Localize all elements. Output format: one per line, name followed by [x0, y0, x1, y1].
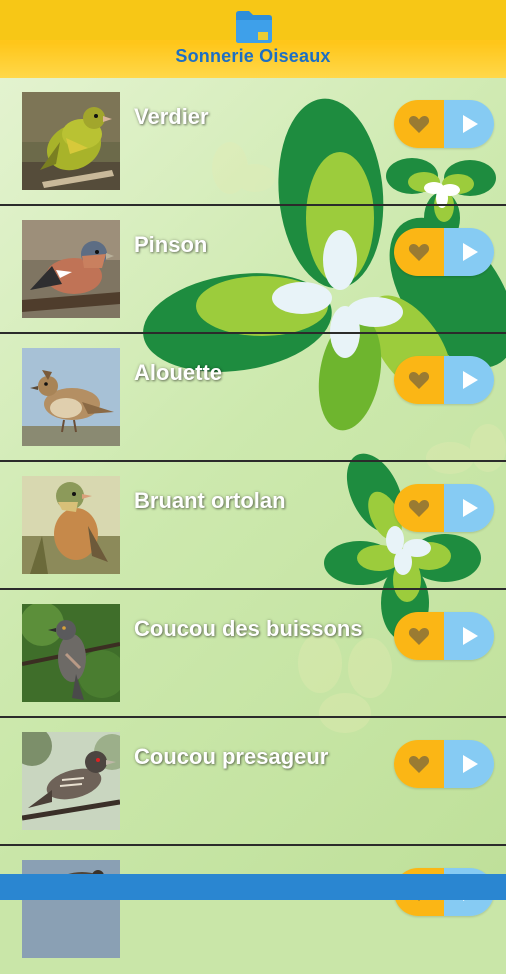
row-actions: [394, 612, 494, 660]
row-actions: [394, 484, 494, 532]
bird-name: Pinson: [134, 232, 208, 257]
heart-icon: [408, 628, 430, 645]
app-title: Sonnerie Oiseaux: [175, 46, 331, 66]
row-actions: [394, 356, 494, 404]
favorite-button[interactable]: [394, 100, 444, 148]
list-item[interactable]: Pinson: [0, 206, 506, 334]
play-icon: [463, 115, 478, 133]
favorite-button[interactable]: [394, 740, 444, 788]
list-item[interactable]: Coucou presageur: [0, 718, 506, 846]
ringtone-list: Verdier Pinson Alouette Bruant ortolan C…: [0, 78, 506, 958]
row-actions: [394, 228, 494, 276]
list-item[interactable]: Verdier: [0, 78, 506, 206]
play-button[interactable]: [444, 740, 494, 788]
bird-name: Coucou des buissons: [134, 616, 363, 641]
play-icon: [463, 371, 478, 389]
favorite-button[interactable]: [394, 484, 444, 532]
app-header: Sonnerie Oiseaux: [0, 0, 506, 78]
heart-icon: [408, 244, 430, 261]
bruant-ortolan-photo: [22, 476, 120, 574]
bird-name: Verdier: [134, 104, 209, 129]
play-icon: [463, 499, 478, 517]
play-button[interactable]: [444, 356, 494, 404]
play-button[interactable]: [444, 228, 494, 276]
heart-icon: [408, 116, 430, 133]
favorite-button[interactable]: [394, 228, 444, 276]
list-item[interactable]: Bruant ortolan: [0, 462, 506, 590]
row-actions: [394, 740, 494, 788]
coucou-des-buissons-photo: [22, 604, 120, 702]
bird-name: Alouette: [134, 360, 222, 385]
coucou-presageur-photo: [22, 732, 120, 830]
favorite-button[interactable]: [394, 356, 444, 404]
verdier-photo: [22, 92, 120, 190]
play-icon: [463, 243, 478, 261]
bird-name: Coucou presageur: [134, 744, 329, 769]
list-item[interactable]: [0, 846, 506, 974]
play-button[interactable]: [444, 612, 494, 660]
heart-icon: [408, 756, 430, 773]
pinson-photo: [22, 220, 120, 318]
play-button[interactable]: [444, 100, 494, 148]
row-actions: [394, 100, 494, 148]
list-item[interactable]: Alouette: [0, 334, 506, 462]
heart-icon: [408, 500, 430, 517]
alouette-photo: [22, 348, 120, 446]
bird-name: Bruant ortolan: [134, 488, 286, 513]
play-icon: [463, 627, 478, 645]
heart-icon: [408, 372, 430, 389]
play-button[interactable]: [444, 484, 494, 532]
bottom-bar: [0, 874, 506, 900]
favorite-button[interactable]: [394, 612, 444, 660]
folder-icon[interactable]: [234, 8, 274, 44]
list-item[interactable]: Coucou des buissons: [0, 590, 506, 718]
play-icon: [463, 755, 478, 773]
